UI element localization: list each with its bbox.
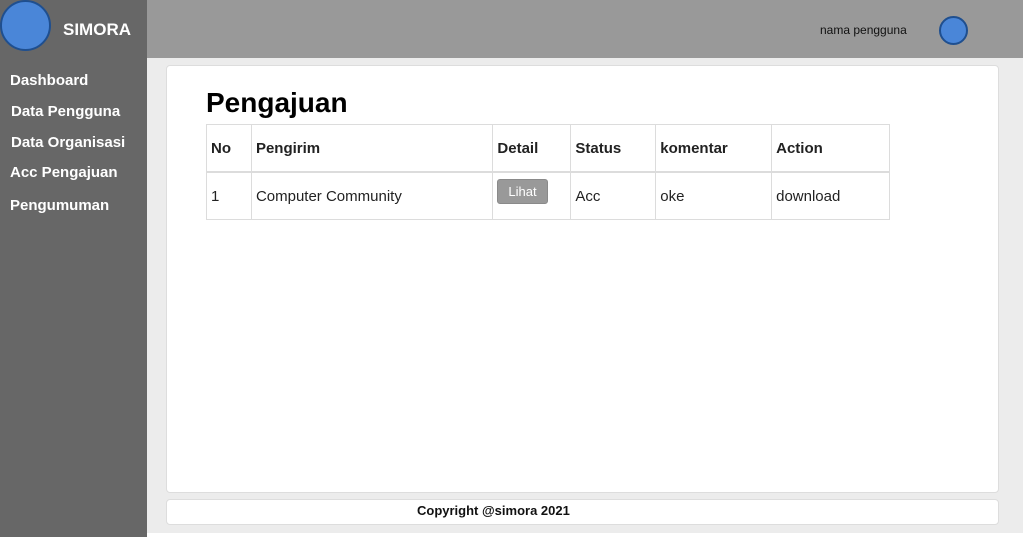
logo-icon [0, 0, 51, 51]
table-row: 1 Computer Community Lihat Acc oke downl… [206, 171, 890, 220]
submission-table: No Pengirim Detail Status komentar Actio… [206, 124, 890, 220]
sidebar: SIMORA Dashboard Data Pengguna Data Orga… [0, 0, 147, 537]
cell-pengirim: Computer Community [250, 171, 494, 220]
column-header-no: No [206, 124, 252, 173]
cell-komentar: oke [655, 171, 773, 220]
footer [166, 499, 999, 525]
table-header-row: No Pengirim Detail Status komentar Actio… [206, 124, 890, 173]
sidebar-item-dashboard[interactable]: Dashboard [10, 72, 88, 89]
cell-detail: Lihat [492, 171, 572, 220]
column-header-action: Action [771, 124, 890, 173]
sidebar-item-pengumuman[interactable]: Pengumuman [10, 197, 109, 214]
column-header-status: Status [570, 124, 657, 173]
column-header-pengirim: Pengirim [250, 124, 494, 173]
sidebar-item-data-pengguna[interactable]: Data Pengguna [11, 103, 120, 120]
sidebar-item-data-organisasi[interactable]: Data Organisasi [11, 134, 125, 151]
sidebar-item-acc-pengajuan[interactable]: Acc Pengajuan [10, 164, 118, 181]
column-header-detail: Detail [492, 124, 572, 173]
app-name: SIMORA [63, 20, 131, 39]
user-name: nama pengguna [820, 23, 907, 37]
column-header-komentar: komentar [655, 124, 773, 173]
download-link[interactable]: download [771, 171, 890, 220]
lihat-button[interactable]: Lihat [497, 178, 548, 204]
cell-no: 1 [206, 171, 252, 220]
page-title: Pengajuan [206, 87, 348, 118]
avatar[interactable] [939, 16, 968, 45]
cell-status: Acc [570, 171, 657, 220]
footer-copyright: Copyright @simora 2021 [417, 503, 570, 518]
